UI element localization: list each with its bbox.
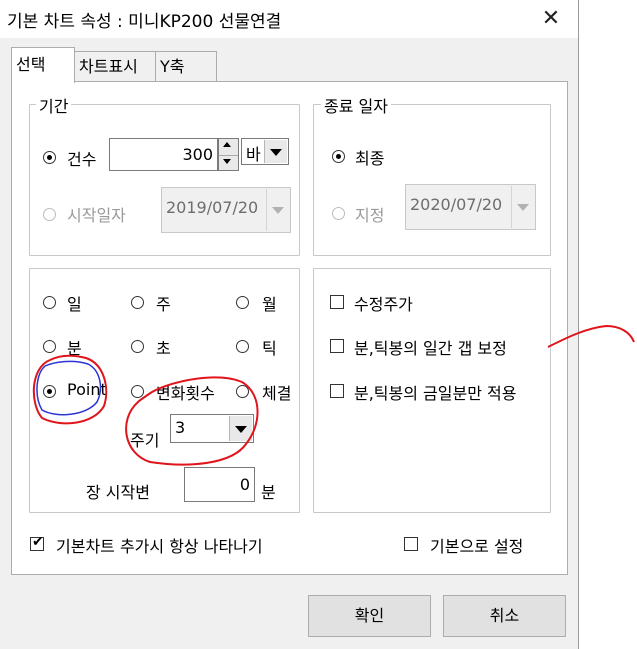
tab-y-axis[interactable]: Y축 <box>155 51 217 81</box>
cycle-value: 3 <box>175 418 186 437</box>
session-start-input[interactable]: 0 <box>184 467 255 502</box>
always-show-label: 기본차트 추가시 항상 나타나기 <box>56 537 263 556</box>
month-label: 월 <box>262 295 277 314</box>
end-date-value: 2020/07/20 <box>410 195 503 214</box>
checkbox-today-only[interactable] <box>330 384 344 398</box>
radio-minute[interactable] <box>43 340 56 353</box>
session-start-label: 장 시작변 <box>86 483 150 502</box>
radio-tick[interactable] <box>236 340 249 353</box>
checkbox-set-default[interactable] <box>404 537 418 551</box>
second-label: 초 <box>156 339 171 358</box>
day-label: 일 <box>67 295 82 314</box>
spin-down-icon[interactable] <box>219 154 238 172</box>
checkbox-always-show[interactable]: ✔ <box>30 534 44 551</box>
radio-specify[interactable] <box>332 207 345 220</box>
end-date-picker[interactable]: 2020/07/20 <box>405 184 536 230</box>
change-count-label: 변화횟수 <box>156 384 215 403</box>
radio-week[interactable] <box>131 296 144 309</box>
start-date-label: 시작일자 <box>67 206 126 225</box>
end-date-legend: 종료 일자 <box>321 93 391 117</box>
tick-label: 틱 <box>262 339 277 358</box>
close-icon[interactable]: ✕ <box>534 4 568 34</box>
tab-panel-select: 기간 건수 300 바 시작일자 2019/07/20 종료 일자 최종 지정 … <box>11 81 568 575</box>
adjusted-price-label: 수정주가 <box>354 295 413 314</box>
radio-change-count[interactable] <box>131 385 144 398</box>
specify-label: 지정 <box>355 206 385 225</box>
start-date-picker[interactable]: 2019/07/20 <box>161 187 291 233</box>
chevron-down-icon <box>229 416 252 441</box>
radio-start-date[interactable] <box>43 208 56 221</box>
point-label: Point <box>67 380 107 399</box>
cycle-label: 주기 <box>130 431 160 450</box>
chevron-down-icon <box>264 140 287 163</box>
start-date-value: 2019/07/20 <box>166 198 259 217</box>
tab-select[interactable]: 선택 <box>11 47 75 83</box>
radio-point[interactable] <box>43 385 56 398</box>
spin-up-icon[interactable] <box>219 139 238 155</box>
ok-button[interactable]: 확인 <box>308 595 431 637</box>
cancel-button[interactable]: 취소 <box>443 595 566 637</box>
radio-month[interactable] <box>236 296 249 309</box>
checkbox-daily-gap[interactable] <box>330 339 344 353</box>
count-spinner[interactable] <box>218 138 239 171</box>
chevron-down-icon <box>511 186 534 228</box>
unit-select[interactable]: 바 <box>241 138 289 165</box>
radio-execution[interactable] <box>236 385 249 398</box>
radio-day[interactable] <box>43 296 56 309</box>
tab-chart-display-label: 차트표시 <box>79 57 138 76</box>
tab-chart-display[interactable]: 차트표시 <box>74 51 156 81</box>
title-bar: 기본 차트 속성 : 미니KP200 선물연결 ✕ <box>0 0 578 38</box>
today-only-label: 분,틱봉의 금일분만 적용 <box>354 384 517 403</box>
week-label: 주 <box>156 295 171 314</box>
radio-latest[interactable] <box>332 150 345 163</box>
radio-count[interactable] <box>43 151 56 164</box>
chevron-down-icon <box>266 189 289 231</box>
period-group <box>29 104 300 256</box>
tab-select-label: 선택 <box>16 55 46 74</box>
execution-label: 체결 <box>262 384 292 403</box>
unit-value: 바 <box>246 145 261 164</box>
minute-label: 분 <box>67 339 82 358</box>
checkbox-adjusted-price[interactable] <box>330 295 344 309</box>
period-legend: 기간 <box>36 93 72 117</box>
radio-second[interactable] <box>131 340 144 353</box>
daily-gap-label: 분,틱봉의 일간 갭 보정 <box>354 339 507 358</box>
end-date-group <box>313 104 551 256</box>
session-start-unit: 분 <box>261 483 276 502</box>
count-input[interactable]: 300 <box>109 138 218 171</box>
window-title: 기본 차트 속성 : 미니KP200 선물연결 <box>7 12 282 32</box>
latest-label: 최종 <box>355 149 385 168</box>
set-default-label: 기본으로 설정 <box>430 537 524 556</box>
cycle-select[interactable]: 3 <box>170 414 254 443</box>
tab-y-axis-label: Y축 <box>160 57 185 76</box>
count-label: 건수 <box>67 150 97 169</box>
